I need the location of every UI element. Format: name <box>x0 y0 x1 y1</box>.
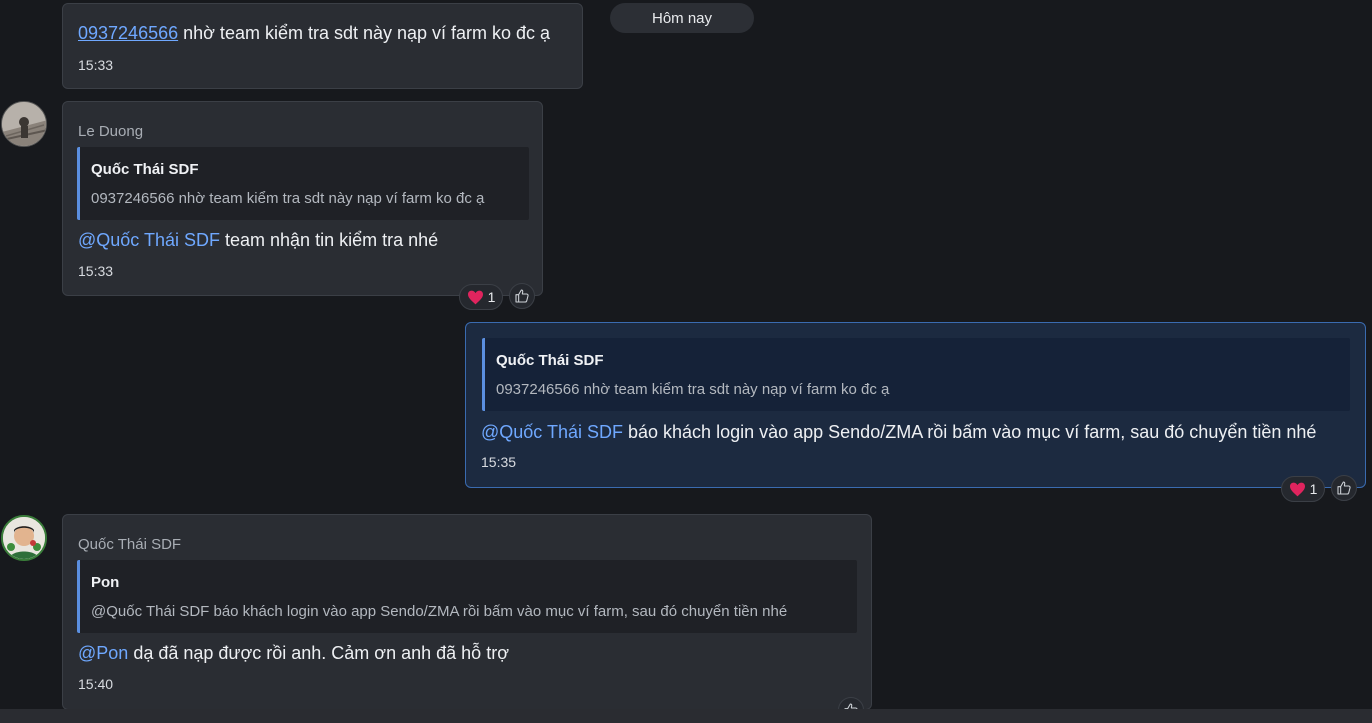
mention[interactable]: @Quốc Thái SDF <box>481 422 623 442</box>
reaction-count: 1 <box>487 289 496 305</box>
avatar-image <box>2 102 46 146</box>
message-text: @Pon dạ đã nạp được rồi anh. Cảm ơn anh … <box>78 643 509 663</box>
quote-text: 0937246566 nhờ team kiểm tra sdt này nạp… <box>91 190 485 207</box>
message-time: 15:33 <box>78 57 114 73</box>
quote-author: Quốc Thái SDF <box>91 161 199 178</box>
message-bubble[interactable]: Le Duong Quốc Thái SDF 0937246566 nhờ te… <box>62 101 543 296</box>
quote-text: @Quốc Thái SDF báo khách login vào app S… <box>91 603 788 620</box>
avatar-image <box>3 517 45 559</box>
message-bubble[interactable]: Quốc Thái SDF Pon @Quốc Thái SDF báo khá… <box>62 514 872 710</box>
thumbs-up-icon <box>515 289 529 303</box>
message-text: @Quốc Thái SDF team nhận tin kiểm tra nh… <box>78 230 439 250</box>
message-bubble[interactable]: 0937246566 nhờ team kiểm tra sdt này nạp… <box>62 3 583 89</box>
reply-quote[interactable]: Pon @Quốc Thái SDF báo khách login vào a… <box>77 560 857 633</box>
reply-quote[interactable]: Quốc Thái SDF 0937246566 nhờ team kiểm t… <box>77 147 529 220</box>
avatar[interactable] <box>1 101 47 147</box>
sender-name: Quốc Thái SDF <box>78 536 182 553</box>
message-text: 0937246566 nhờ team kiểm tra sdt này nạp… <box>78 23 551 43</box>
reaction-heart[interactable]: 1 <box>1281 476 1325 502</box>
quote-author: Pon <box>91 574 120 591</box>
quote-author: Quốc Thái SDF <box>496 352 604 369</box>
message-time: 15:40 <box>78 676 114 692</box>
add-reaction-button[interactable] <box>1331 475 1357 501</box>
avatar[interactable] <box>1 515 47 561</box>
message-text: @Quốc Thái SDF báo khách login vào app S… <box>481 422 1317 442</box>
reply-quote[interactable]: Quốc Thái SDF 0937246566 nhờ team kiểm t… <box>482 338 1350 411</box>
reaction-heart[interactable]: 1 <box>459 284 503 310</box>
mention[interactable]: @Pon <box>78 643 128 663</box>
message-time: 15:35 <box>481 454 517 470</box>
message-time: 15:33 <box>78 263 114 279</box>
heart-icon <box>1289 482 1305 496</box>
sender-name: Le Duong <box>78 123 144 140</box>
mention[interactable]: @Quốc Thái SDF <box>78 230 220 250</box>
thumbs-up-icon <box>1337 481 1351 495</box>
quote-text: 0937246566 nhờ team kiểm tra sdt này nạp… <box>496 381 890 398</box>
composer-edge <box>0 709 1372 723</box>
reaction-count: 1 <box>1309 481 1318 497</box>
phone-link[interactable]: 0937246566 <box>78 23 178 43</box>
heart-icon <box>467 290 483 304</box>
date-divider: Hôm nay <box>610 3 754 33</box>
add-reaction-button[interactable] <box>509 283 535 309</box>
message-bubble[interactable]: Quốc Thái SDF 0937246566 nhờ team kiểm t… <box>465 322 1366 488</box>
